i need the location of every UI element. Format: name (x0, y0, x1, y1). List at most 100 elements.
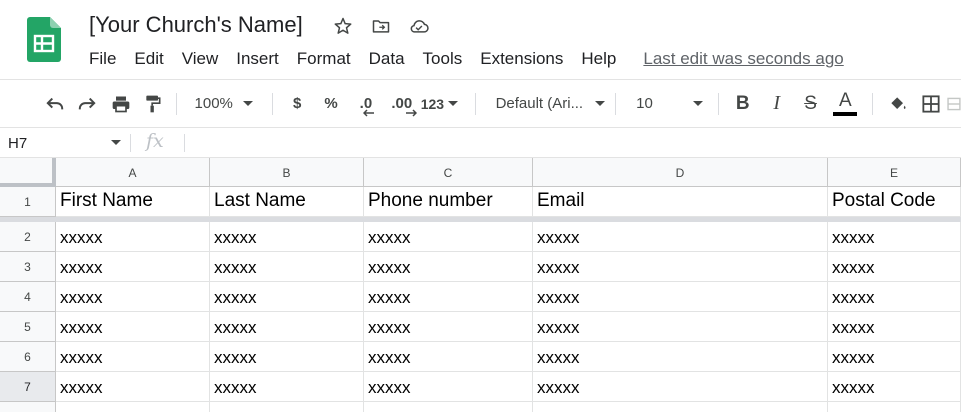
menu-view[interactable]: View (173, 49, 228, 69)
cell-d7[interactable]: xxxxx (533, 372, 828, 402)
bold-button[interactable]: B (727, 89, 759, 119)
paint-format-icon[interactable] (138, 89, 168, 119)
document-title[interactable]: [Your Church's Name] (89, 12, 303, 38)
table-row: 7 xxxxx xxxxx xxxxx xxxxx xxxxx (0, 372, 961, 402)
sheets-logo-icon[interactable] (27, 17, 61, 62)
font-size-value: 10 (636, 95, 653, 112)
cell-d5[interactable]: xxxxx (533, 312, 828, 342)
undo-icon[interactable] (40, 89, 70, 119)
select-all-corner[interactable] (0, 158, 56, 187)
freeze-row-divider[interactable] (0, 217, 961, 222)
cell-b1[interactable]: Last Name (210, 187, 364, 217)
cell-d2[interactable]: xxxxx (533, 222, 828, 252)
cell-c1[interactable]: Phone number (364, 187, 533, 217)
cell-a1[interactable]: First Name (56, 187, 210, 217)
column-header-e[interactable]: E (828, 158, 961, 187)
zoom-select[interactable]: 100% (185, 95, 265, 112)
borders-icon[interactable] (915, 89, 947, 119)
row-header-5[interactable]: 5 (0, 312, 56, 342)
cell-e1[interactable]: Postal Code (828, 187, 961, 217)
column-header-b[interactable]: B (210, 158, 364, 187)
row-header-6[interactable]: 6 (0, 342, 56, 372)
cell-b8[interactable] (210, 402, 364, 412)
row-header-3[interactable]: 3 (0, 252, 56, 282)
toolbar-divider (615, 92, 617, 115)
cell-c4[interactable]: xxxxx (364, 282, 533, 312)
menu-insert[interactable]: Insert (227, 49, 288, 69)
decrease-decimal-button[interactable]: .0 (349, 89, 383, 119)
cell-a8[interactable] (56, 402, 210, 412)
cell-c6[interactable]: xxxxx (364, 342, 533, 372)
cell-a2[interactable]: xxxxx (56, 222, 210, 252)
cloud-saved-icon[interactable] (407, 14, 431, 38)
cell-c7[interactable]: xxxxx (364, 372, 533, 402)
sheet-grid[interactable]: ABCDE 1 First Name Last Name Phone number Em… (0, 158, 961, 412)
font-family-value: Default (Ari... (495, 95, 584, 112)
menu-edit[interactable]: Edit (125, 49, 172, 69)
name-box[interactable]: H7 (0, 128, 127, 158)
merge-cells-icon[interactable] (947, 89, 961, 119)
menu-file[interactable]: File (80, 49, 125, 69)
cell-a4[interactable]: xxxxx (56, 282, 210, 312)
cell-c2[interactable]: xxxxx (364, 222, 533, 252)
cell-b3[interactable]: xxxxx (210, 252, 364, 282)
cell-d6[interactable]: xxxxx (533, 342, 828, 372)
cell-b5[interactable]: xxxxx (210, 312, 364, 342)
star-icon[interactable] (331, 14, 355, 38)
column-header-d[interactable]: D (533, 158, 828, 187)
percent-format-button[interactable]: % (313, 89, 349, 119)
row-header-4[interactable]: 4 (0, 282, 56, 312)
cell-b7[interactable]: xxxxx (210, 372, 364, 402)
text-color-button[interactable]: A (826, 89, 864, 119)
chevron-down-icon (448, 101, 459, 106)
cell-e8[interactable] (828, 402, 961, 412)
menu-tools[interactable]: Tools (414, 49, 472, 69)
cell-e6[interactable]: xxxxx (828, 342, 961, 372)
currency-format-button[interactable]: $ (281, 89, 313, 119)
redo-icon[interactable] (70, 89, 104, 119)
increase-decimal-button[interactable]: .00 (383, 89, 421, 119)
cell-e4[interactable]: xxxxx (828, 282, 961, 312)
cell-a5[interactable]: xxxxx (56, 312, 210, 342)
row-header-8[interactable]: 8 (0, 402, 56, 412)
formula-divider (130, 134, 131, 152)
menu-help[interactable]: Help (572, 49, 625, 69)
cell-d8[interactable] (533, 402, 828, 412)
table-row: 3 xxxxx xxxxx xxxxx xxxxx xxxxx (0, 252, 961, 282)
print-icon[interactable] (104, 89, 138, 119)
cell-e7[interactable]: xxxxx (828, 372, 961, 402)
cell-a3[interactable]: xxxxx (56, 252, 210, 282)
fill-color-icon[interactable] (881, 89, 915, 119)
cell-d1[interactable]: Email (533, 187, 828, 217)
cell-e5[interactable]: xxxxx (828, 312, 961, 342)
chevron-down-icon (111, 140, 121, 145)
cell-d3[interactable]: xxxxx (533, 252, 828, 282)
column-header-a[interactable]: A (56, 158, 210, 187)
cell-e3[interactable]: xxxxx (828, 252, 961, 282)
font-family-select[interactable]: Default (Ari... (484, 95, 608, 112)
menu-extensions[interactable]: Extensions (471, 49, 572, 69)
menu-data[interactable]: Data (360, 49, 414, 69)
strikethrough-button[interactable]: S (795, 89, 827, 119)
row-header-7[interactable]: 7 (0, 372, 56, 402)
row-header-1[interactable]: 1 (0, 187, 56, 217)
move-folder-icon[interactable] (369, 14, 393, 38)
cell-b2[interactable]: xxxxx (210, 222, 364, 252)
cell-c5[interactable]: xxxxx (364, 312, 533, 342)
cell-d4[interactable]: xxxxx (533, 282, 828, 312)
cell-e2[interactable]: xxxxx (828, 222, 961, 252)
cell-a6[interactable]: xxxxx (56, 342, 210, 372)
font-size-select[interactable]: 10 (624, 95, 710, 112)
cell-a7[interactable]: xxxxx (56, 372, 210, 402)
menu-format[interactable]: Format (288, 49, 360, 69)
cell-c3[interactable]: xxxxx (364, 252, 533, 282)
italic-button[interactable]: I (759, 89, 795, 119)
row-header-2[interactable]: 2 (0, 222, 56, 252)
cell-b6[interactable]: xxxxx (210, 342, 364, 372)
more-formats-select[interactable]: 123 (421, 96, 467, 112)
app-header: [Your Church's Name] File Edit View Inse… (0, 0, 961, 79)
cell-b4[interactable]: xxxxx (210, 282, 364, 312)
column-header-c[interactable]: C (364, 158, 533, 187)
cell-c8[interactable] (364, 402, 533, 412)
last-edit-link[interactable]: Last edit was seconds ago (643, 49, 843, 69)
